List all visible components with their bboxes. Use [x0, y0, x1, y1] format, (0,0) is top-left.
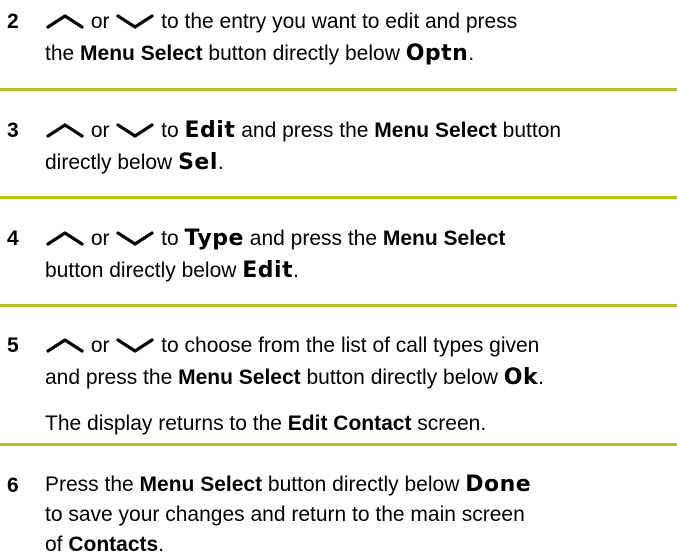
step-number: 4	[7, 227, 19, 250]
step-number: 3	[7, 119, 19, 142]
step-number: 6	[7, 474, 19, 497]
softkey-label: Edit	[242, 258, 294, 283]
softkey-label: Optn	[405, 41, 469, 66]
step-note: The display returns to the Edit Contact …	[45, 412, 487, 435]
divider	[0, 304, 677, 307]
contacts-label: Contacts	[68, 533, 159, 556]
menu-select-label: Menu Select	[374, 119, 497, 142]
softkey-label: Ok	[503, 365, 539, 390]
chevron-up-icon	[45, 121, 85, 139]
divider	[0, 88, 677, 91]
step-text: Press the Menu Select button directly be…	[45, 472, 532, 556]
divider	[0, 196, 677, 199]
softkey-label: Done	[465, 472, 532, 497]
softkey-label: Sel	[178, 150, 218, 175]
menu-select-label: Menu Select	[139, 473, 263, 496]
chevron-up-icon	[45, 12, 85, 30]
step-text: or to choose from the list of call types…	[45, 330, 667, 440]
step-text: or to Type and press the Menu Select but…	[45, 226, 506, 283]
chevron-up-icon	[45, 229, 85, 247]
softkey-label: Type	[184, 226, 244, 251]
menu-select-label: Menu Select	[80, 42, 203, 65]
chevron-down-icon	[115, 229, 155, 247]
step-number: 5	[7, 334, 19, 357]
step-number: 2	[7, 10, 19, 33]
screen-name: Edit Contact	[287, 412, 412, 435]
menu-select-label: Menu Select	[178, 366, 301, 389]
step-text: or to the entry you want to edit and pre…	[45, 10, 518, 66]
chevron-up-icon	[45, 336, 85, 354]
menu-select-label: Menu Select	[382, 227, 506, 250]
chevron-down-icon	[115, 121, 155, 139]
step-text: or to Edit and press the Menu Select but…	[45, 118, 562, 175]
chevron-down-icon	[115, 12, 155, 30]
softkey-label: Edit	[184, 118, 236, 143]
chevron-down-icon	[115, 336, 155, 354]
divider	[0, 443, 677, 446]
